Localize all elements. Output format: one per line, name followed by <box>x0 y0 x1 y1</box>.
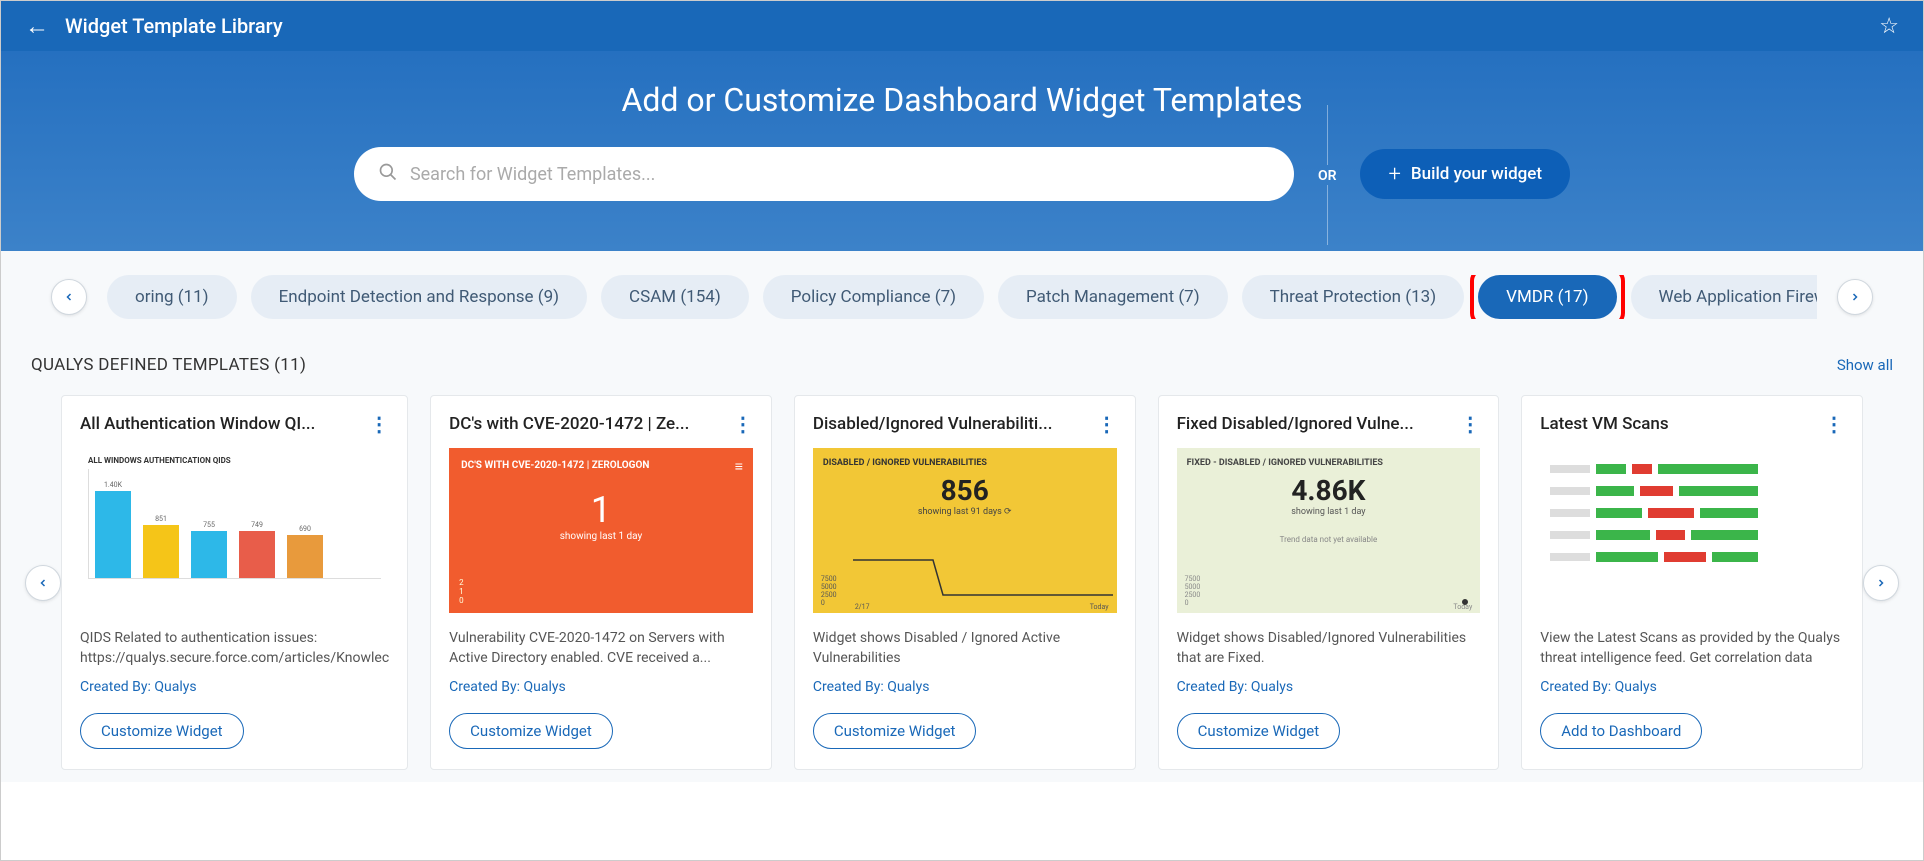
card-title: DC's with CVE-2020-1472 | Ze... <box>449 414 689 434</box>
hero-banner: Add or Customize Dashboard Widget Templa… <box>1 51 1923 251</box>
card-title: All Authentication Window QI... <box>80 414 315 434</box>
card-menu-icon[interactable]: ⋮ <box>1097 414 1117 434</box>
build-widget-button[interactable]: + Build your widget <box>1360 149 1570 199</box>
template-card: DC's with CVE-2020-1472 | Ze... ⋮ DC'S W… <box>430 395 772 770</box>
category-tab[interactable]: Policy Compliance (7) <box>763 275 984 319</box>
card-title: Latest VM Scans <box>1540 414 1668 434</box>
show-all-link[interactable]: Show all <box>1837 356 1893 374</box>
card-thumbnail <box>1540 448 1844 613</box>
cards-scroll-left-button[interactable] <box>25 565 61 601</box>
category-tab[interactable]: oring (11) <box>107 275 237 319</box>
section-title: QUALYS DEFINED TEMPLATES (11) <box>31 355 306 375</box>
back-arrow-icon[interactable]: ← <box>25 12 49 41</box>
page-title: Widget Template Library <box>65 14 283 38</box>
top-bar: ← Widget Template Library ☆ <box>1 1 1923 51</box>
card-created-by: Created By: Qualys <box>1540 679 1844 695</box>
templates-section: QUALYS DEFINED TEMPLATES (11) Show all A… <box>1 343 1923 782</box>
card-action-button[interactable]: Customize Widget <box>813 713 977 749</box>
card-thumbnail: ALL WINDOWS AUTHENTICATION QIDS1.40K8517… <box>80 448 389 613</box>
card-description: Vulnerability CVE-2020-1472 on Servers w… <box>449 629 753 669</box>
template-card: All Authentication Window QI... ⋮ ALL WI… <box>61 395 408 770</box>
category-tab[interactable]: Threat Protection (13) <box>1242 275 1464 319</box>
card-menu-icon[interactable]: ⋮ <box>733 414 753 434</box>
card-action-button[interactable]: Customize Widget <box>1177 713 1341 749</box>
card-thumbnail: DISABLED / IGNORED VULNERABILITIES856sho… <box>813 448 1117 613</box>
favorite-star-icon[interactable]: ☆ <box>1879 14 1899 39</box>
card-action-button[interactable]: Add to Dashboard <box>1540 713 1702 749</box>
template-card: Disabled/Ignored Vulnerabiliti... ⋮ DISA… <box>794 395 1136 770</box>
category-tabs-row: oring (11) Endpoint Detection and Respons… <box>1 251 1923 343</box>
category-tab[interactable]: Endpoint Detection and Response (9) <box>251 275 587 319</box>
card-created-by: Created By: Qualys <box>1177 679 1481 695</box>
category-tab[interactable]: Patch Management (7) <box>998 275 1228 319</box>
card-menu-icon[interactable]: ⋮ <box>369 414 389 434</box>
card-title: Disabled/Ignored Vulnerabiliti... <box>813 414 1053 434</box>
template-card: Latest VM Scans ⋮ View the Latest Scans … <box>1521 395 1863 770</box>
card-created-by: Created By: Qualys <box>80 679 389 695</box>
card-description: Widget shows Disabled/Ignored Vulnerabil… <box>1177 629 1481 669</box>
card-action-button[interactable]: Customize Widget <box>449 713 613 749</box>
card-thumbnail: DC'S WITH CVE-2020-1472 | ZEROLOGON≡1sho… <box>449 448 753 613</box>
card-description: View the Latest Scans as provided by the… <box>1540 629 1844 669</box>
category-tab[interactable]: VMDR (17) <box>1478 275 1616 319</box>
card-description: QIDS Related to authentication issues: h… <box>80 629 389 669</box>
hero-title: Add or Customize Dashboard Widget Templa… <box>1 81 1923 119</box>
card-created-by: Created By: Qualys <box>813 679 1117 695</box>
card-created-by: Created By: Qualys <box>449 679 753 695</box>
card-menu-icon[interactable]: ⋮ <box>1460 414 1480 434</box>
card-thumbnail: FIXED - DISABLED / IGNORED VULNERABILITI… <box>1177 448 1481 613</box>
search-icon <box>378 162 398 187</box>
tabs-scroll-left-button[interactable] <box>51 279 87 315</box>
card-menu-icon[interactable]: ⋮ <box>1824 414 1844 434</box>
card-action-button[interactable]: Customize Widget <box>80 713 244 749</box>
build-widget-label: Build your widget <box>1411 164 1542 184</box>
search-input[interactable] <box>410 164 1270 185</box>
tabs-scroll-right-button[interactable] <box>1837 279 1873 315</box>
plus-icon: + <box>1388 162 1400 187</box>
category-tab[interactable]: Web Application Firewall (2) <box>1631 275 1818 319</box>
or-label: OR <box>1318 168 1337 184</box>
cards-scroll-right-button[interactable] <box>1863 565 1899 601</box>
template-card: Fixed Disabled/Ignored Vulne... ⋮ FIXED … <box>1158 395 1500 770</box>
category-tab[interactable]: CSAM (154) <box>601 275 749 319</box>
search-box[interactable] <box>354 147 1294 201</box>
card-description: Widget shows Disabled / Ignored Active V… <box>813 629 1117 669</box>
card-title: Fixed Disabled/Ignored Vulne... <box>1177 414 1414 434</box>
